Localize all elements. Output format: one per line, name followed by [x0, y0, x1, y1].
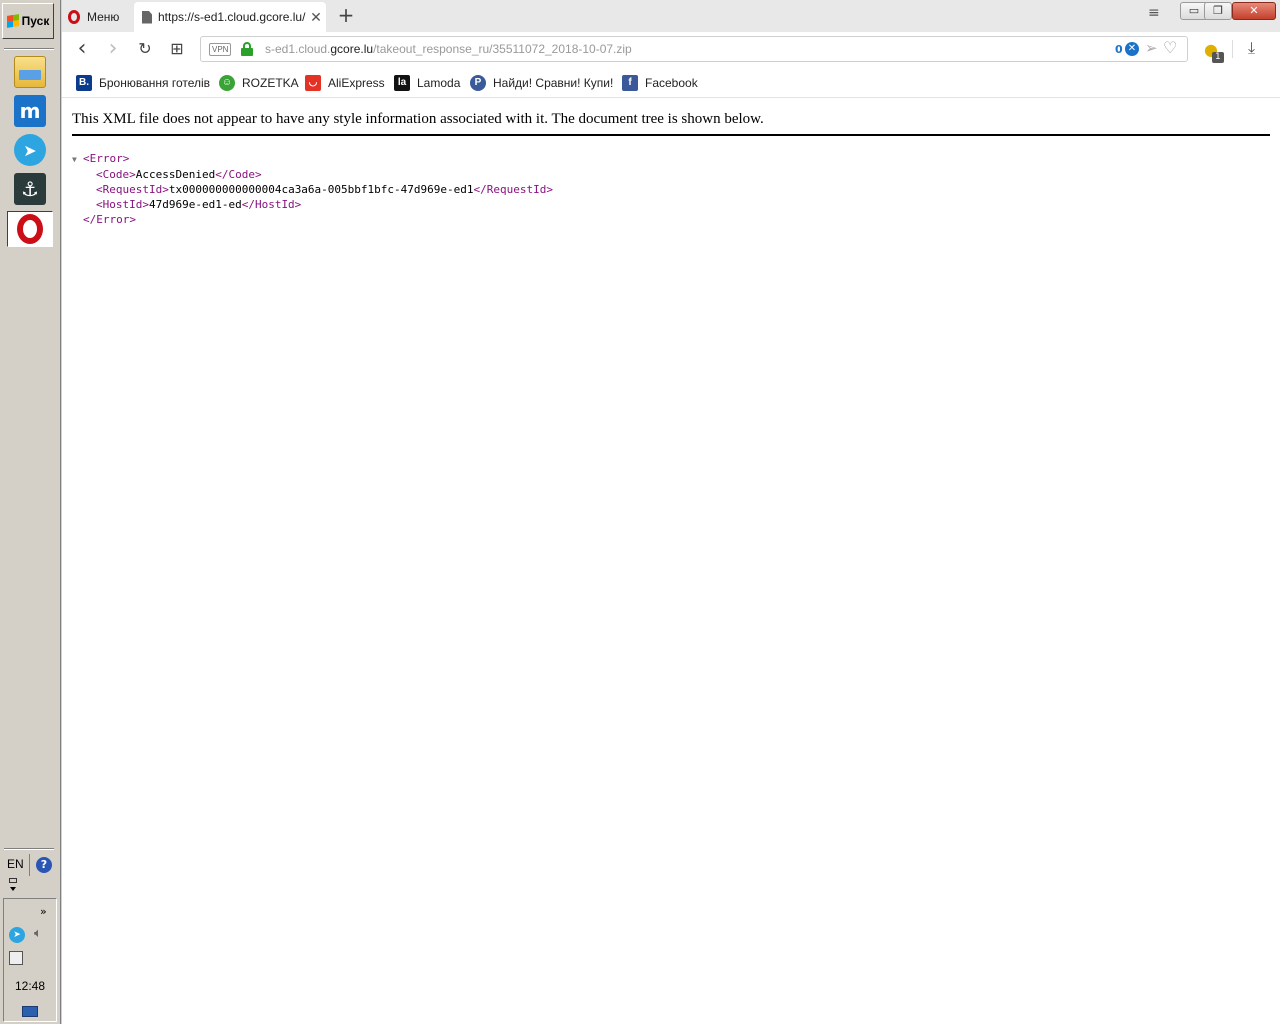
- adblock-icon[interactable]: ✕: [1125, 42, 1139, 56]
- back-button[interactable]: ‹: [70, 38, 94, 60]
- language-bar[interactable]: EN ?: [3, 852, 57, 898]
- lock-icon[interactable]: [241, 42, 253, 56]
- tab-active[interactable]: https://s-ed1.cloud.gcore.lu/ ✕: [134, 2, 326, 32]
- taskbar-explorer[interactable]: [7, 54, 53, 90]
- lamoda-icon: la: [394, 74, 410, 91]
- xml-error-close-line: </Error>: [83, 213, 136, 226]
- tab-menu-icon[interactable]: ≡: [1148, 5, 1160, 21]
- help-icon[interactable]: ?: [36, 857, 52, 873]
- collapse-arrow-icon[interactable]: ▼: [72, 152, 83, 167]
- adblock-count: 0: [1115, 43, 1123, 56]
- anchor-icon: ⚓: [14, 173, 46, 205]
- bookmark-lamoda[interactable]: la Lamoda: [394, 74, 460, 91]
- menu-label: Меню: [87, 10, 120, 24]
- new-tab-button[interactable]: +: [334, 4, 358, 28]
- error-code-value: AccessDenied: [135, 168, 216, 181]
- tab-bar: Меню https://s-ed1.cloud.gcore.lu/ ✕ + ≡…: [62, 0, 1280, 32]
- taskbar-world-of-warships[interactable]: ⚓: [7, 171, 53, 207]
- start-button[interactable]: Пуск: [2, 3, 54, 39]
- bookmarks-bar: B. Бронювання готелів ☺ ROZETKA ◡ AliExpress l…: [62, 66, 1280, 98]
- host-id-value: 47d969e-ed1-ed: [148, 198, 242, 211]
- download-icon[interactable]: ⤓: [1248, 38, 1255, 58]
- notice-divider: [72, 134, 1270, 136]
- bookmark-label: ROZETKA: [242, 75, 299, 90]
- bookmark-facebook[interactable]: f Facebook: [622, 74, 698, 91]
- xml-request-id-line: <RequestId>tx000000000000004ca3a6a-005bb…: [96, 183, 553, 196]
- xml-host-id-line: <HostId>47d969e-ed1-ed</HostId>: [96, 198, 302, 211]
- navigation-toolbar: ‹ › ↻ ⊞ VPN s-ed1.cloud.gcore.lu/takeout…: [62, 32, 1280, 66]
- bookmark-label: AliExpress: [328, 75, 385, 90]
- opera-browser-window: Меню https://s-ed1.cloud.gcore.lu/ ✕ + ≡…: [62, 0, 1280, 1024]
- send-to-flow-icon[interactable]: ➢: [1145, 39, 1158, 57]
- network-icon[interactable]: [9, 951, 23, 965]
- bookmark-aliexpress[interactable]: ◡ AliExpress: [305, 74, 385, 91]
- tab-title: https://s-ed1.cloud.gcore.lu/: [158, 10, 306, 24]
- facebook-icon: f: [622, 74, 638, 91]
- speaker-icon[interactable]: 🔈︎: [34, 926, 42, 941]
- telegram-icon: ➤: [14, 134, 46, 166]
- xml-error-open-line[interactable]: ▼ <Error>: [72, 151, 553, 167]
- request-id-value: tx000000000000004ca3a6a-005bbf1bfc-47d96…: [168, 183, 474, 196]
- bookmark-heart-icon[interactable]: ♡: [1163, 38, 1177, 57]
- booking-icon: B.: [76, 74, 92, 91]
- windows-flag-icon: [6, 14, 19, 28]
- aliexpress-icon: ◡: [305, 74, 321, 91]
- reload-button[interactable]: ↻: [133, 38, 157, 60]
- bookmark-label: Найди! Сравни! Купи!: [493, 75, 614, 90]
- page-file-icon: [142, 10, 152, 24]
- vpn-badge[interactable]: VPN: [209, 43, 232, 56]
- url-text[interactable]: s-ed1.cloud.gcore.lu/takeout_response_ru…: [265, 42, 632, 56]
- keyboard-icon[interactable]: [9, 878, 17, 883]
- opera-logo-icon: [68, 10, 80, 24]
- opera-menu-button[interactable]: Меню: [68, 2, 132, 32]
- xml-document-tree: ▼ <Error> <Code>AccessDenied</Code> <Requ…: [72, 151, 553, 227]
- xml-style-notice: This XML file does not appear to have an…: [72, 111, 764, 127]
- maxthon-icon: m: [14, 95, 46, 127]
- taskbar-maxthon[interactable]: m: [7, 93, 53, 129]
- taskbar-separator: [4, 48, 54, 50]
- xml-viewer-page: This XML file does not appear to have an…: [62, 99, 1280, 1024]
- telegram-tray-icon[interactable]: ➤: [9, 927, 25, 943]
- taskbar-telegram[interactable]: ➤: [7, 132, 53, 168]
- price-icon: P: [470, 74, 486, 91]
- restore-button[interactable]: ❐: [1204, 2, 1232, 20]
- address-bar[interactable]: VPN s-ed1.cloud.gcore.lu/takeout_respons…: [200, 36, 1188, 62]
- opera-icon: [14, 213, 46, 245]
- windows-taskbar: Пуск m ➤ ⚓ EN ? » ➤ 🔈︎ 12:48: [0, 0, 61, 1024]
- tab-close-icon[interactable]: ✕: [306, 9, 326, 26]
- folder-icon: [14, 56, 46, 88]
- language-menu-arrow-icon[interactable]: [10, 887, 16, 891]
- toolbar-divider: [1232, 40, 1233, 58]
- taskbar-opera[interactable]: [7, 211, 53, 247]
- system-tray: » ➤ 🔈︎ 12:48: [3, 898, 57, 1022]
- speed-dial-icon[interactable]: ⊞: [165, 38, 189, 60]
- show-desktop-icon[interactable]: [22, 1006, 38, 1017]
- taskbar-separator: [4, 848, 54, 850]
- forward-button[interactable]: ›: [101, 38, 125, 60]
- bookmark-бронювання-готелів[interactable]: B. Бронювання готелів: [76, 74, 210, 91]
- bookmark-rozetka[interactable]: ☺ ROZETKA: [219, 74, 299, 91]
- rozetka-icon: ☺: [219, 74, 235, 91]
- bookmark-label: Lamoda: [417, 75, 461, 90]
- lang-divider: [29, 854, 30, 876]
- xml-code-line: <Code>AccessDenied</Code>: [96, 168, 262, 181]
- language-indicator[interactable]: EN: [7, 857, 24, 871]
- start-label: Пуск: [21, 14, 50, 28]
- close-window-button[interactable]: ✕: [1232, 2, 1276, 20]
- bookmark-найди-сравни-купи[interactable]: P Найди! Сравни! Купи!: [470, 74, 613, 91]
- bookmark-label: Facebook: [645, 75, 698, 90]
- tray-expand-icon[interactable]: »: [40, 905, 47, 918]
- notification-badge: 1: [1212, 52, 1224, 63]
- clock[interactable]: 12:48: [4, 979, 56, 993]
- bookmark-label: Бронювання готелів: [99, 75, 211, 90]
